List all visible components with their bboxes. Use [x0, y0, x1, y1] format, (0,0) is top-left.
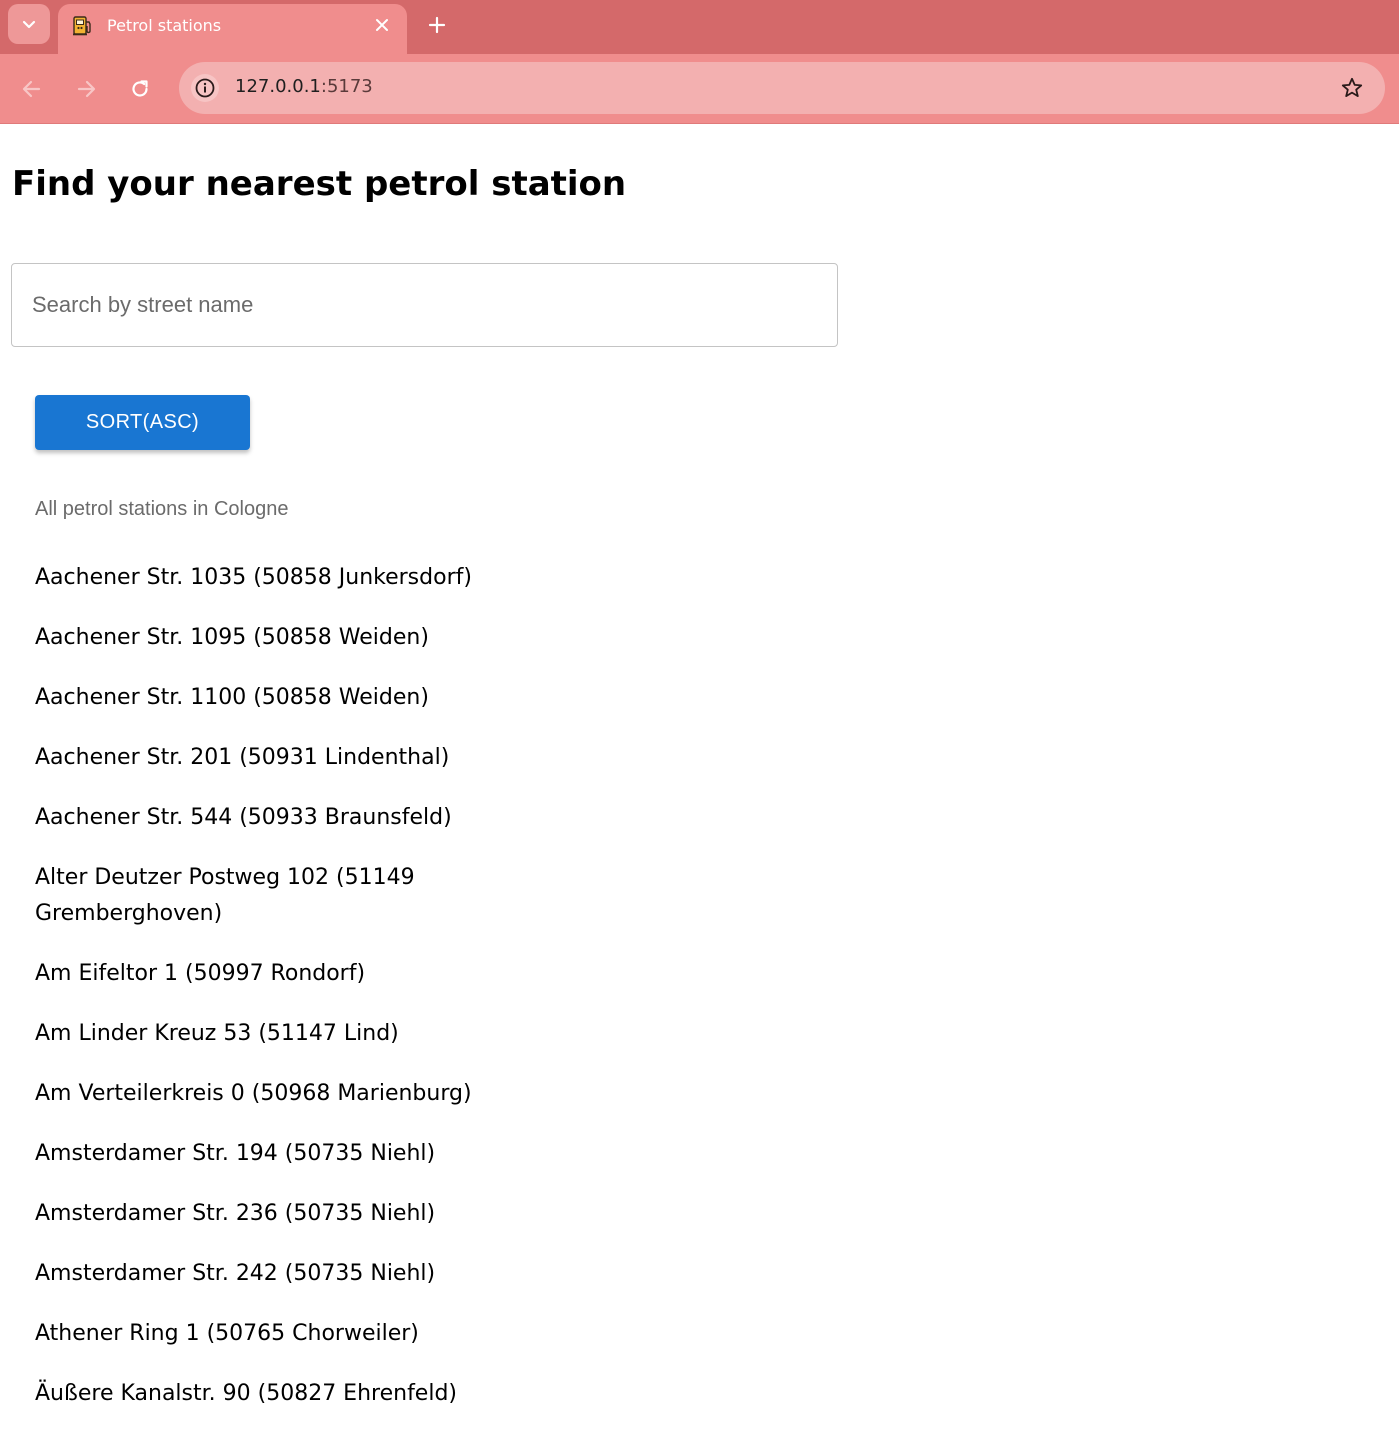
- browser-tab-bar: Petrol stations: [0, 0, 1399, 54]
- station-item[interactable]: Alter Deutzer Postweg 102 (51149 Grember…: [35, 860, 475, 932]
- list-caption: All petrol stations in Cologne: [35, 498, 289, 520]
- fuel-pump-icon: [73, 16, 91, 36]
- station-item[interactable]: Aachener Str. 201 (50931 Lindenthal): [35, 740, 475, 776]
- tab-search-button[interactable]: [8, 4, 50, 44]
- bookmark-button[interactable]: [1339, 75, 1365, 101]
- station-item[interactable]: Amsterdamer Str. 242 (50735 Niehl): [35, 1256, 475, 1292]
- browser-tab[interactable]: Petrol stations: [58, 4, 407, 54]
- station-item[interactable]: Aachener Str. 544 (50933 Braunsfeld): [35, 800, 475, 836]
- tab-title: Petrol stations: [107, 16, 222, 35]
- site-info-button[interactable]: [191, 74, 219, 102]
- back-arrow-icon: [22, 80, 41, 98]
- station-item[interactable]: Aachener Str. 1100 (50858 Weiden): [35, 680, 475, 716]
- station-item[interactable]: Amsterdamer Str. 236 (50735 Niehl): [35, 1196, 475, 1232]
- station-item[interactable]: Am Verteilerkreis 0 (50968 Marienburg): [35, 1076, 475, 1112]
- close-icon: [376, 19, 388, 31]
- url-text: 127.0.0.1:5173: [235, 76, 373, 97]
- station-item[interactable]: Am Linder Kreuz 53 (51147 Lind): [35, 1016, 475, 1052]
- url-host: 127.0.0.1: [235, 76, 321, 97]
- sort-button[interactable]: SORT(ASC): [35, 395, 250, 450]
- back-button[interactable]: [15, 72, 49, 106]
- url-port: :5173: [320, 76, 373, 97]
- station-item[interactable]: Äußere Kanalstr. 90 (50827 Ehrenfeld): [35, 1376, 475, 1412]
- reload-icon: [132, 80, 148, 97]
- station-item[interactable]: Am Eifeltor 1 (50997 Rondorf): [35, 956, 475, 992]
- search-field[interactable]: [11, 263, 838, 347]
- reload-button[interactable]: [123, 72, 157, 106]
- station-item[interactable]: Aachener Str. 1035 (50858 Junkersdorf): [35, 560, 475, 596]
- new-tab-button[interactable]: [421, 9, 453, 41]
- forward-arrow-icon: [77, 80, 96, 98]
- browser-toolbar: 127.0.0.1:5173: [0, 54, 1399, 124]
- close-tab-button[interactable]: [371, 14, 393, 36]
- station-list: Aachener Str. 1035 (50858 Junkersdorf) A…: [35, 560, 475, 1436]
- page-title: Find your nearest petrol station: [12, 164, 627, 204]
- forward-button[interactable]: [69, 72, 103, 106]
- station-item[interactable]: Amsterdamer Str. 194 (50735 Niehl): [35, 1136, 475, 1172]
- info-icon: [195, 78, 215, 98]
- chevron-down-icon: [22, 20, 36, 29]
- plus-icon: [428, 16, 446, 34]
- star-icon: [1341, 77, 1363, 97]
- station-item[interactable]: Aachener Str. 1095 (50858 Weiden): [35, 620, 475, 656]
- search-input[interactable]: [12, 264, 837, 346]
- address-bar[interactable]: 127.0.0.1:5173: [179, 62, 1385, 114]
- station-item[interactable]: Athener Ring 1 (50765 Chorweiler): [35, 1316, 475, 1352]
